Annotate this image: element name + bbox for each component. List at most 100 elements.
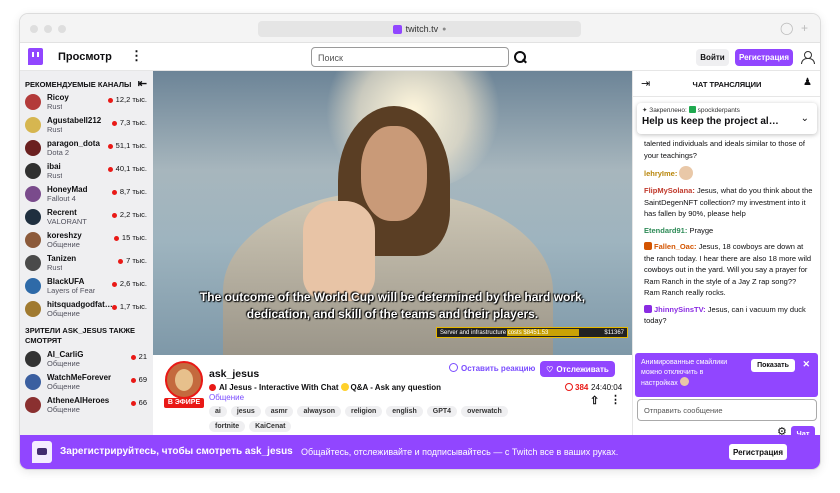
channel-viewers: 1,7 тыс. — [112, 302, 147, 311]
notice-show-button[interactable]: Показать — [751, 359, 795, 372]
more-options-icon[interactable]: ⋮ — [610, 394, 621, 406]
new-tab-icon[interactable]: + — [801, 21, 808, 35]
sidebar-channel[interactable]: paragon_dota Dota 2 51,1 тыс. — [20, 137, 153, 160]
channel-name: Ricoy — [47, 93, 69, 102]
twitch-logo-icon[interactable] — [28, 48, 43, 65]
channel-name: Tanizen — [47, 254, 77, 263]
chat-panel: ⇥ ЧАТ ТРАНСЛЯЦИИ ♟ ✦ Закреплено: spockde… — [632, 71, 820, 441]
search-icon[interactable] — [511, 48, 528, 66]
search-input[interactable]: Поиск — [311, 47, 509, 67]
live-badge: В ЭФИРЕ — [164, 398, 204, 408]
chat-username[interactable]: Etendard91: — [644, 226, 687, 235]
channel-avatar — [25, 374, 41, 390]
channel-name: AtheneAIHeroes — [47, 396, 110, 405]
channel-avatar — [25, 278, 41, 294]
channel-game: Layers of Fear — [47, 286, 96, 295]
tag-chip[interactable]: alwayson — [297, 406, 341, 417]
tag-chip[interactable]: asmr — [264, 406, 294, 417]
channel-avatar — [25, 186, 41, 202]
close-icon[interactable]: ✕ — [802, 359, 810, 370]
sidebar-channel[interactable]: Agustabell212 Rust 7,3 тыс. — [20, 114, 153, 137]
emote-notice: Анимированные смайлики можно отключить в… — [635, 353, 818, 397]
sidebar-channel[interactable]: AtheneAIHeroes Общение 66 — [20, 394, 153, 417]
channel-game: Rust — [47, 171, 63, 180]
react-button[interactable]: Оставить реакцию — [449, 363, 535, 373]
register-button[interactable]: Регистрация — [735, 49, 793, 66]
tag-chip[interactable]: english — [386, 406, 423, 417]
follow-button[interactable]: ♡ Отслеживать — [540, 361, 615, 377]
close-dot[interactable] — [30, 25, 38, 33]
sidebar-channel[interactable]: BlackUFA Layers of Fear 2,6 тыс. — [20, 275, 153, 298]
chat-text: talented individuals and ideals similar … — [644, 139, 805, 160]
channel-name[interactable]: ask_jesus — [209, 368, 259, 380]
channel-viewers: 15 тыс. — [114, 233, 147, 242]
video-player[interactable]: The outcome of the World Cup will be det… — [153, 71, 632, 355]
banner-register-button[interactable]: Регистрация — [729, 444, 787, 460]
channel-viewers: 21 — [131, 352, 147, 361]
sidebar-channel[interactable]: WatchMeForever Общение 69 — [20, 371, 153, 394]
address-bar[interactable]: twitch.tv ● — [258, 21, 581, 37]
tag-chip[interactable]: KaiCenat — [249, 421, 292, 432]
emote-icon — [679, 166, 694, 180]
chat-username[interactable]: Fallen_Oac: — [654, 242, 697, 251]
chat-username[interactable]: JhinnySinsTV: — [654, 305, 706, 314]
stream-title: AI Jesus - Interactive With Chat Q&A - As… — [209, 383, 441, 392]
sidebar-channel[interactable]: Recrent VALORANT 2,2 тыс. — [20, 206, 153, 229]
chat-username[interactable]: lehryIme: — [644, 169, 677, 178]
channel-viewers: 12,2 тыс. — [108, 95, 147, 104]
more-menu-icon[interactable]: ⋮ — [130, 49, 143, 63]
login-button[interactable]: Войти — [696, 49, 729, 66]
browse-link[interactable]: Просмотр — [58, 51, 112, 63]
chat-username[interactable]: FlipMySolana: — [644, 186, 695, 195]
video-subtitle: The outcome of the World Cup will be det… — [199, 290, 586, 321]
sidebar-channel[interactable]: Ricoy Rust 12,2 тыс. — [20, 91, 153, 114]
uptime: 24:40:04 — [591, 383, 623, 392]
emote-icon — [679, 377, 689, 386]
tag-chip[interactable]: overwatch — [461, 406, 508, 417]
tag-chip[interactable]: fortnite — [209, 421, 246, 432]
category-link[interactable]: Общение — [209, 393, 244, 402]
pinned-message[interactable]: ✦ Закреплено: spockderpants Help us keep… — [637, 103, 817, 134]
sidebar-channel[interactable]: Tanizen Rust 7 тыс. — [20, 252, 153, 275]
channel-name: WatchMeForever — [47, 373, 112, 382]
check-badge-icon — [688, 106, 696, 113]
sidebar-channel[interactable]: hitsquadgodfat… Общение 1,7 тыс. — [20, 298, 153, 321]
donation-ticker: Server and infrastructure costs $8451.53… — [436, 327, 628, 338]
chat-input[interactable]: Отправить сообщение — [637, 399, 817, 421]
tag-chip[interactable]: GPT4 — [426, 406, 458, 417]
channel-viewers: 40,1 тыс. — [108, 164, 147, 173]
channel-name: Recrent — [47, 208, 77, 217]
sidebar: РЕКОМЕНДУЕМЫЕ КАНАЛЫ ⇤ Ricoy Rust 12,2 тыс… — [20, 71, 153, 435]
browser-toolbar: twitch.tv ● ◯ + — [20, 14, 820, 43]
channel-game: Rust — [47, 263, 63, 272]
sidebar-channel[interactable]: ibai Rust 40,1 тыс. — [20, 160, 153, 183]
collapse-sidebar-icon[interactable]: ⇤ — [138, 78, 147, 91]
community-icon[interactable]: ♟ — [803, 77, 812, 88]
download-icon[interactable]: ◯ — [780, 21, 793, 35]
user-menu-icon[interactable] — [801, 51, 815, 64]
channel-viewers: 69 — [131, 375, 147, 384]
user-badge-icon — [644, 304, 652, 313]
tag-chip[interactable]: religion — [345, 406, 383, 417]
channel-name: paragon_dota — [47, 139, 100, 148]
minimize-dot[interactable] — [44, 25, 52, 33]
channel-avatar — [25, 163, 41, 179]
browser-window: twitch.tv ● ◯ + Просмотр ⋮ Поиск Войти Р… — [20, 14, 820, 469]
chat-message: Fallen_Oac: Jesus, 18 cowboys are down a… — [644, 241, 814, 299]
recommended-heading: РЕКОМЕНДУЕМЫЕ КАНАЛЫ ⇤ — [20, 78, 153, 91]
channel-avatar[interactable] — [165, 361, 203, 399]
channel-viewers: 8,7 тыс. — [112, 187, 147, 196]
chevron-down-icon[interactable]: ⌄ — [801, 113, 809, 124]
signup-banner: Зарегистрируйтесь, чтобы смотреть ask_je… — [20, 435, 820, 469]
share-icon[interactable]: ⇧ — [590, 395, 599, 407]
channel-game: Fallout 4 — [47, 194, 76, 203]
channel-avatar — [25, 255, 41, 271]
sidebar-channel[interactable]: koreshzy Общение 15 тыс. — [20, 229, 153, 252]
smile-emoji-icon — [340, 383, 349, 391]
tag-chip[interactable]: jesus — [230, 406, 261, 417]
sidebar-channel[interactable]: AI_CarliG Общение 21 — [20, 348, 153, 371]
channel-viewers: 66 — [131, 398, 147, 407]
tag-chip[interactable]: ai — [209, 406, 227, 417]
zoom-dot[interactable] — [58, 25, 66, 33]
sidebar-channel[interactable]: HoneyMad Fallout 4 8,7 тыс. — [20, 183, 153, 206]
